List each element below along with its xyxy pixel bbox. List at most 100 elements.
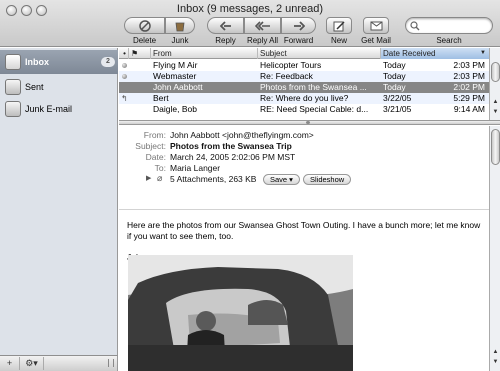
window-title: Inbox (9 messages, 2 unread): [176, 3, 324, 15]
mailbox-junk[interactable]: Junk E-mail: [0, 97, 118, 121]
row-subject: Re: Feedback: [260, 71, 313, 81]
to-field-label: To:: [154, 163, 166, 173]
date-column-header[interactable]: Date Received ▼: [381, 48, 489, 59]
row-time: 9:14 AM: [453, 104, 485, 114]
row-date: Today: [383, 60, 406, 70]
mailbox-label: Inbox: [25, 57, 49, 67]
date-field-label: Date:: [145, 152, 166, 162]
reply-all-label: Reply All: [246, 36, 279, 45]
header-divider: [119, 209, 489, 210]
date-header-label: Date Received: [383, 49, 436, 58]
scroll-up-arrow-icon[interactable]: ▲: [491, 349, 500, 358]
reply-button[interactable]: [207, 17, 244, 34]
magnifier-icon: [410, 21, 420, 31]
search-field[interactable]: [405, 17, 493, 34]
message-row[interactable]: Webmaster Re: Feedback Today 2:03 PM: [119, 71, 489, 82]
inbox-tray-icon: [5, 54, 21, 70]
sent-paper-plane-icon: [5, 79, 21, 95]
subject-column-header[interactable]: Subject: [258, 48, 381, 59]
mailboxes-sidebar: Inbox 2 Sent Junk E-mail: [0, 48, 118, 355]
row-from: Daigle, Bob: [153, 104, 197, 114]
reply-label: Reply: [215, 36, 236, 45]
to-value[interactable]: Maria Langer: [170, 163, 220, 173]
row-date: Today: [383, 71, 406, 81]
truck-photo-image: [128, 255, 353, 371]
list-header: • ⚑ From Subject Date Received ▼: [119, 48, 489, 59]
scroll-down-arrow-icon[interactable]: ▼: [491, 359, 500, 368]
forward-button[interactable]: [281, 17, 316, 34]
sort-descending-icon: ▼: [480, 50, 486, 56]
message-row[interactable]: Flying M Air Helicopter Tours Today 2:03…: [119, 60, 489, 71]
row-subject: RE: Need Special Cable: d...: [260, 104, 369, 114]
attachments-summary: 5 Attachments, 263 KB: [170, 174, 257, 184]
message-row[interactable]: Daigle, Bob RE: Need Special Cable: d...…: [119, 104, 489, 115]
row-subject: Helicopter Tours: [260, 60, 322, 70]
forward-arrow-icon: [293, 20, 305, 31]
get-mail-label: Get Mail: [361, 36, 391, 45]
scroll-down-arrow-icon[interactable]: ▼: [491, 109, 500, 118]
compose-pencil-icon: [333, 20, 345, 31]
list-scroll-thumb[interactable]: [491, 62, 500, 82]
pane-splitter[interactable]: [119, 120, 500, 125]
list-scrollbar[interactable]: ▲ ▼: [489, 48, 500, 120]
new-label: New: [330, 36, 347, 45]
unread-count-badge: 2: [101, 57, 115, 67]
date-value: March 24, 2005 2:02:06 PM MST: [170, 152, 296, 162]
new-message-button[interactable]: [326, 17, 352, 34]
message-row[interactable]: ↰ Bert Re: Where do you live? 3/22/05 5:…: [119, 93, 489, 104]
reply-arrow-icon: [219, 20, 231, 31]
scroll-up-arrow-icon[interactable]: ▲: [491, 99, 500, 108]
mailbox-sent[interactable]: Sent: [0, 75, 118, 99]
row-subject: Photos from the Swansea ...: [260, 82, 367, 92]
message-preview: From: John Aabbott <john@theflyingm.com>…: [119, 126, 489, 371]
row-date: 3/22/05: [383, 93, 412, 103]
replied-arrow-icon: ↰: [121, 94, 128, 103]
reply-all-button[interactable]: [244, 17, 281, 34]
toolbar: Inbox (9 messages, 2 unread) Delete Junk…: [0, 0, 500, 47]
folder-icon: [5, 101, 21, 117]
row-from: John Aabbott: [153, 82, 203, 92]
forward-label: Forward: [283, 36, 314, 45]
junk-button[interactable]: [165, 17, 195, 34]
disclosure-triangle-icon[interactable]: ▶: [146, 174, 151, 182]
add-mailbox-button[interactable]: +: [0, 357, 20, 370]
status-column-header[interactable]: •: [119, 48, 129, 59]
row-date: 3/21/05: [383, 104, 412, 114]
delete-icon: [138, 19, 151, 32]
splitter-dimple-icon: [306, 121, 310, 124]
from-value[interactable]: John Aabbott <john@theflyingm.com>: [170, 130, 314, 140]
junk-label: Junk: [171, 36, 189, 45]
resize-grip-icon[interactable]: [108, 359, 114, 367]
mailbox-label: Junk E-mail: [25, 104, 73, 114]
paperclip-icon: ⌀: [157, 173, 163, 183]
row-time: 5:29 PM: [453, 93, 485, 103]
action-menu-button[interactable]: ⚙▾: [20, 357, 44, 370]
unread-dot-icon: [122, 63, 127, 68]
unread-dot-icon: [122, 74, 127, 79]
body-line: if you want to see them, too.: [127, 231, 234, 241]
flag-column-header[interactable]: ⚑: [129, 48, 151, 59]
message-list: • ⚑ From Subject Date Received ▼ Flying …: [119, 48, 500, 120]
row-time: 2:03 PM: [453, 60, 485, 70]
row-from: Webmaster: [153, 71, 197, 81]
from-column-header[interactable]: From: [151, 48, 258, 59]
preview-scrollbar[interactable]: ▲ ▼: [489, 126, 500, 371]
delete-button[interactable]: [124, 17, 165, 34]
preview-scroll-thumb[interactable]: [491, 129, 500, 165]
row-date: Today: [383, 82, 406, 92]
from-field-label: From:: [143, 130, 166, 140]
body-line: Here are the photos from our Swansea Gho…: [127, 220, 481, 230]
row-time: 2:02 PM: [453, 82, 485, 92]
row-from: Bert: [153, 93, 169, 103]
message-row-selected[interactable]: John Aabbott Photos from the Swansea ...…: [119, 82, 489, 93]
reply-all-arrow-icon: [254, 20, 270, 31]
save-attachments-button[interactable]: Save ▾: [263, 174, 300, 185]
mailbox-label: Sent: [25, 82, 44, 92]
get-mail-button[interactable]: [363, 17, 389, 34]
slideshow-button[interactable]: Slideshow: [303, 174, 352, 185]
attached-photo[interactable]: [128, 255, 353, 371]
delete-label: Delete: [132, 36, 157, 45]
row-subject: Re: Where do you live?: [260, 93, 349, 103]
subject-value: Photos from the Swansea Trip: [170, 141, 292, 151]
search-label: Search: [436, 36, 462, 45]
